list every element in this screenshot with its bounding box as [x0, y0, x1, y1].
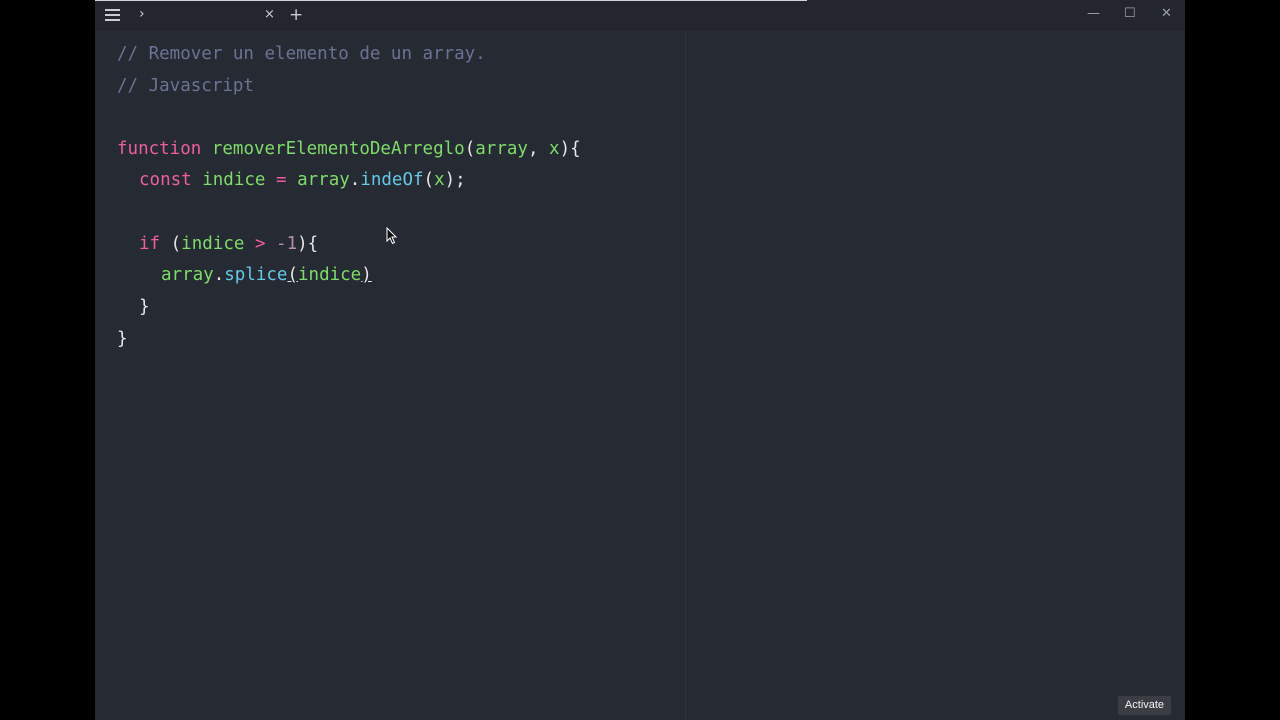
paren-open: ( [287, 265, 298, 285]
arg-indice: indice [298, 265, 362, 285]
var-indice: indice [181, 234, 245, 254]
operator-equals: = [276, 170, 287, 190]
editor-window: › × + — ☐ ✕ // Remover un elemento de un… [95, 0, 1185, 720]
method-indeOf: indeOf [360, 170, 424, 190]
code-line-1: // Remover un elemento de un array. [117, 44, 486, 64]
paren: ( [170, 234, 182, 254]
paren: ( [423, 170, 435, 190]
comma: , [527, 139, 550, 159]
keyword-function: function [117, 139, 202, 159]
dot: . [213, 265, 225, 285]
code-editor[interactable]: // Remover un elemento de un array. // J… [95, 31, 685, 720]
paren-close: ) [361, 265, 372, 285]
dot: . [349, 170, 361, 190]
new-tab-plus-icon[interactable]: + [289, 5, 303, 25]
keyword-const: const [139, 170, 192, 190]
code-line-9: } [139, 297, 150, 317]
tab-close-icon[interactable]: × [264, 7, 275, 22]
tab-untitled[interactable]: › × [133, 0, 283, 31]
paren-brace: ){ [559, 139, 581, 159]
param-x: x [549, 139, 560, 159]
number-literal: -1 [276, 234, 298, 254]
code-line-10: } [117, 329, 128, 349]
obj-array: array [161, 265, 214, 285]
paren-semicolon: ); [444, 170, 466, 190]
mouse-cursor-icon [386, 227, 398, 245]
operator-gt: > [254, 234, 266, 254]
param-array: array [475, 139, 528, 159]
code-line-7: if (indice > -1){ [139, 228, 318, 260]
hamburger-menu-icon[interactable] [105, 9, 121, 22]
activate-button[interactable]: Activate [1118, 696, 1171, 715]
code-line-5: const indice = array.indeOf(x); [139, 164, 466, 196]
method-splice: splice [224, 265, 288, 285]
var-indice: indice [202, 170, 266, 190]
keyword-if: if [139, 234, 161, 254]
minimize-icon[interactable]: — [1087, 6, 1100, 21]
arg-x: x [434, 170, 445, 190]
close-window-icon[interactable]: ✕ [1161, 6, 1172, 21]
function-name: removerElementoDeArreglo [211, 139, 465, 159]
paren-brace: ){ [297, 234, 319, 254]
code-line-2: // Javascript [117, 76, 254, 96]
obj-array: array [297, 170, 350, 190]
preview-pane [686, 31, 1185, 720]
paren: ( [464, 139, 476, 159]
chevron-right-icon: › [139, 6, 145, 22]
code-line-8: array.splice(indice) [161, 259, 372, 291]
maximize-icon[interactable]: ☐ [1124, 6, 1136, 21]
code-line-4: function removerElementoDeArreglo(array,… [117, 133, 581, 165]
title-bar: › × + — ☐ ✕ [95, 0, 1185, 31]
